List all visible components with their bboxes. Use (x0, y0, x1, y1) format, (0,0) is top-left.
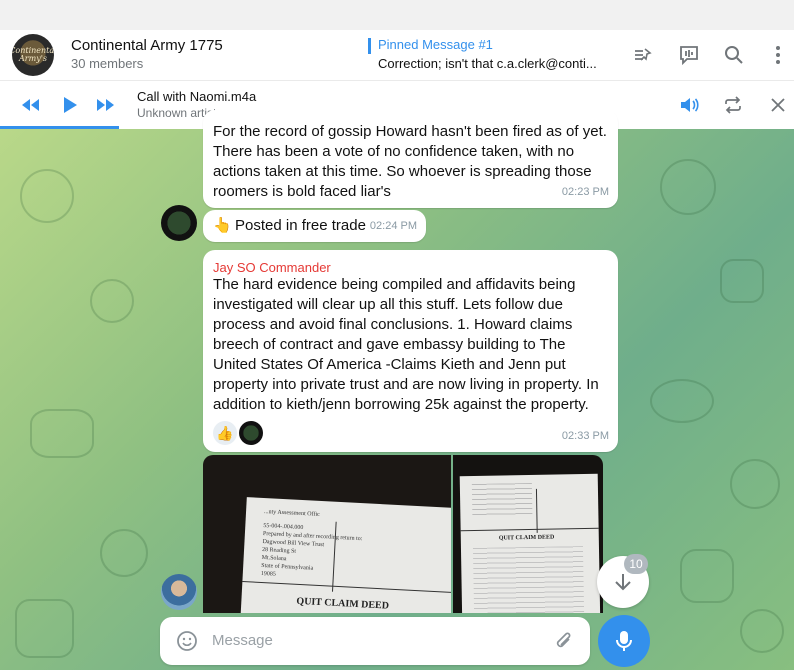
document-text: ...nty Assessment Offic 55-004-.004.000 … (260, 509, 363, 578)
member-count: 30 members (71, 56, 144, 71)
play-icon[interactable] (58, 93, 82, 117)
background-doodle (30, 409, 94, 458)
background-doodle (100, 529, 148, 577)
pinned-list-icon[interactable] (630, 42, 656, 68)
search-icon[interactable] (721, 42, 747, 68)
live-stream-icon[interactable] (676, 42, 702, 68)
message-bubble[interactable]: For the record of gossip Howard hasn't b… (203, 110, 618, 208)
background-doodle (15, 599, 74, 658)
message-bubble[interactable]: 👆 Posted in free trade 02:24 PM (203, 210, 426, 242)
arrow-down-icon (615, 574, 631, 591)
group-title[interactable]: Continental Army 1775 (71, 37, 223, 54)
pinned-indicator (368, 38, 371, 54)
window-top-strip (0, 0, 794, 30)
voice-record-button[interactable] (598, 615, 650, 667)
photo-attachment[interactable]: QUIT CLAIM DEED (453, 455, 603, 613)
fast-forward-icon[interactable] (94, 93, 118, 117)
message-bubble[interactable]: Jay SO Commander The hard evidence being… (203, 250, 618, 452)
message-text: For the record of gossip Howard hasn't b… (213, 123, 607, 200)
unread-count-badge: 10 (624, 554, 648, 574)
repeat-icon[interactable] (721, 93, 745, 117)
document-heading: QUIT CLAIM DEED (498, 534, 555, 542)
message-composer[interactable]: Message (160, 617, 590, 665)
document-photo: QUIT CLAIM DEED (459, 473, 601, 613)
background-doodle (730, 459, 780, 509)
background-doodle (740, 609, 784, 653)
user-avatar[interactable] (161, 574, 197, 610)
document-heading: QUIT CLAIM DEED (296, 595, 390, 612)
pointing-up-emoji: 👆 (213, 217, 232, 234)
message-text: Posted in free trade (235, 217, 366, 234)
message-time: 02:24 PM (369, 220, 417, 232)
pinned-message-text[interactable]: Correction; isn't that c.a.clerk@conti..… (378, 56, 606, 71)
emoji-icon[interactable] (176, 630, 198, 657)
message-input[interactable]: Message (212, 632, 273, 649)
message-time: 02:23 PM (561, 186, 609, 198)
audio-title[interactable]: Call with Naomi.m4a (137, 89, 256, 104)
group-avatar[interactable]: Continental Army's (12, 34, 54, 76)
volume-icon[interactable] (677, 93, 701, 117)
message-time: 02:33 PM (561, 430, 609, 442)
rewind-icon[interactable] (18, 93, 42, 117)
more-vertical-icon[interactable] (765, 42, 791, 68)
thumbs-up-reaction[interactable]: 👍 (213, 421, 237, 445)
background-doodle (720, 259, 764, 303)
background-doodle (680, 549, 734, 603)
group-avatar-text: Continental Army's (12, 46, 54, 63)
background-doodle (660, 159, 716, 215)
attach-icon[interactable] (554, 630, 574, 657)
document-photo: ...nty Assessment Offic 55-004-.004.000 … (239, 497, 451, 613)
background-doodle (650, 379, 714, 423)
background-doodle (20, 169, 74, 223)
background-doodle (90, 279, 134, 323)
reactor-avatar[interactable] (239, 421, 263, 445)
reactions-row[interactable]: 👍 (213, 421, 265, 445)
close-icon[interactable] (766, 93, 790, 117)
user-avatar[interactable] (161, 205, 197, 241)
message-text: The hard evidence being compiled and aff… (213, 276, 599, 413)
photo-attachment[interactable]: ...nty Assessment Offic 55-004-.004.000 … (203, 455, 451, 613)
pinned-message-label[interactable]: Pinned Message #1 (378, 37, 493, 52)
microphone-icon (616, 631, 632, 651)
